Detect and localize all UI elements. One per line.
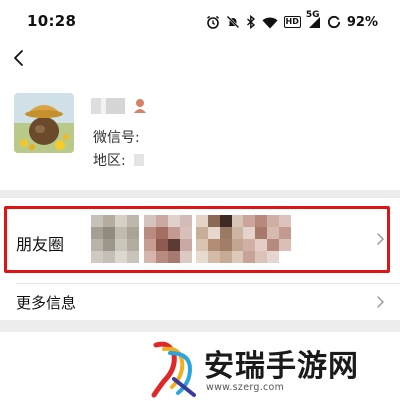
- region-label: 地区:: [93, 153, 126, 169]
- watermark-url: www.szerg.com: [206, 382, 285, 393]
- watermark-title: 安瑞手游网: [204, 349, 359, 384]
- status-time: 10:28: [27, 12, 77, 30]
- watermark-logo-icon: [151, 341, 196, 398]
- more-info-label: 更多信息: [16, 294, 77, 312]
- back-button[interactable]: [10, 47, 30, 69]
- alarm-icon: [206, 15, 220, 29]
- moments-thumbnail: [144, 215, 192, 263]
- moments-label: 朋友圈: [16, 235, 65, 254]
- battery-percent: 92%: [346, 14, 378, 30]
- battery-icon: [327, 15, 341, 29]
- wechat-id-label: 微信号:: [93, 130, 140, 146]
- bluetooth-icon: [246, 15, 256, 29]
- moments-thumbnail: [91, 215, 139, 263]
- status-icons: HD 5G 92%: [206, 10, 378, 32]
- moments-thumbnail: [243, 215, 291, 263]
- wifi-icon: [262, 16, 278, 29]
- chevron-right-icon: [377, 233, 384, 245]
- status-bar: 10:28 HD 5G 92%: [0, 0, 400, 44]
- section-separator: [0, 320, 400, 332]
- nickname-blurred: [91, 98, 125, 114]
- hd-icon: HD: [283, 16, 301, 28]
- avatar[interactable]: [14, 93, 74, 153]
- signal-icon: 5G: [306, 10, 321, 29]
- watermark: 安瑞手游网 www.szerg.com: [150, 337, 400, 401]
- profile-header: 微信号: 地区:: [0, 80, 400, 190]
- chevron-left-icon: [14, 50, 23, 66]
- more-info-row[interactable]: 更多信息: [0, 284, 400, 320]
- mute-icon: [226, 15, 240, 29]
- region-blurred: [134, 154, 144, 166]
- moments-row[interactable]: 朋友圈: [0, 198, 400, 283]
- chevron-right-icon: [377, 296, 384, 308]
- section-separator: [0, 190, 400, 198]
- gender-icon: [132, 97, 148, 115]
- network-label: 5G: [305, 9, 320, 20]
- moments-thumbnail: [196, 215, 244, 263]
